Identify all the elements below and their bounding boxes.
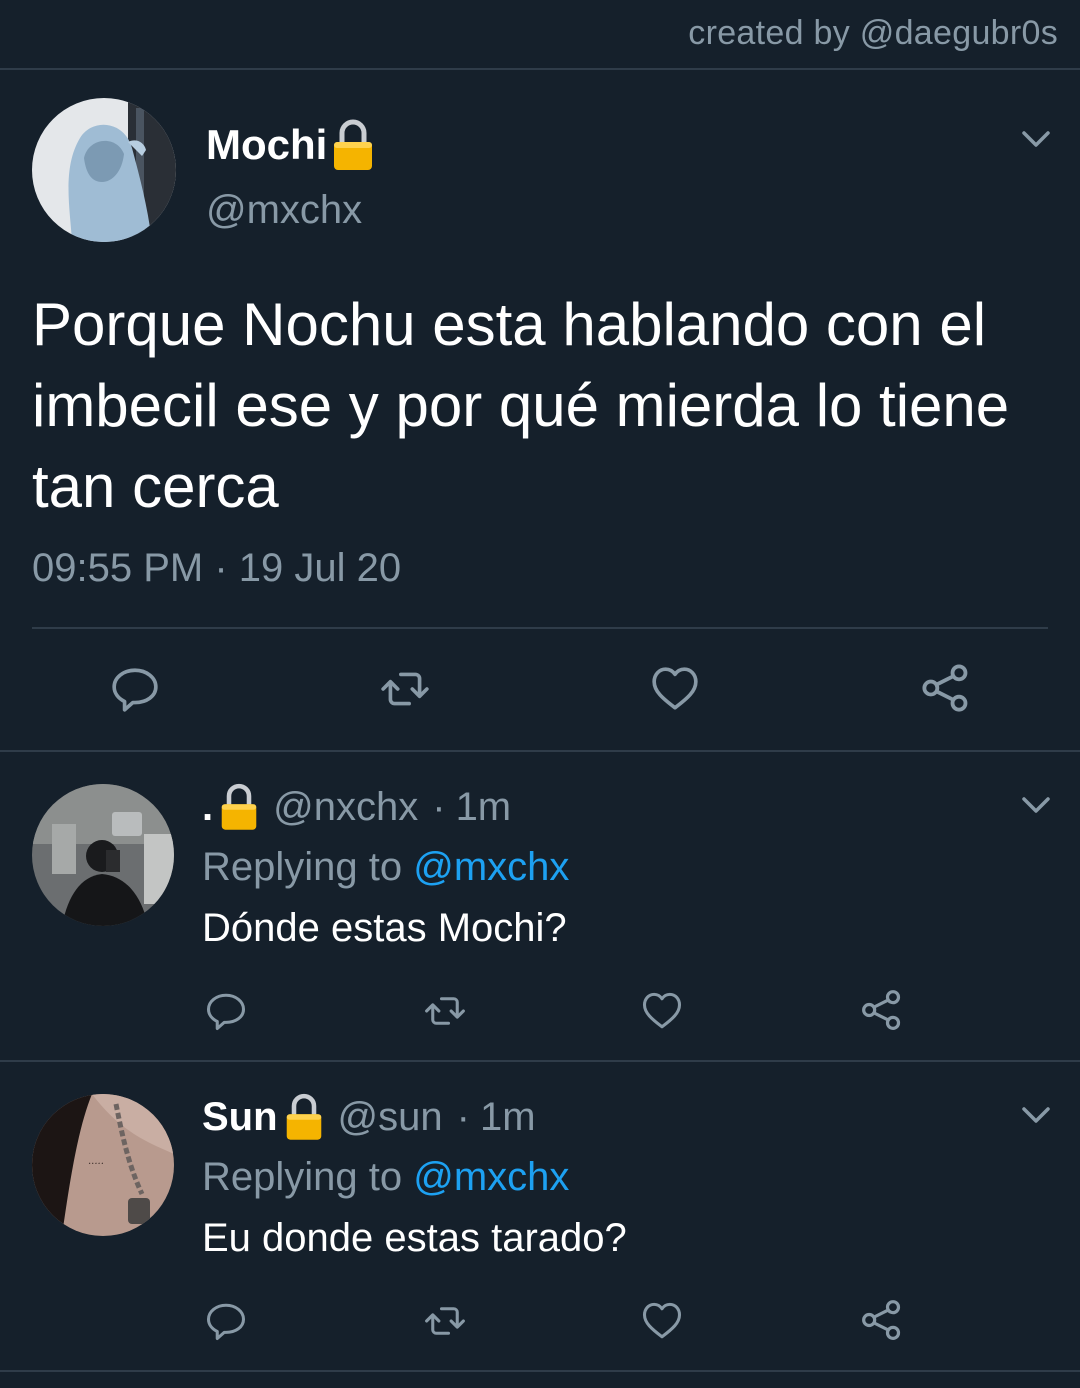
reply-author-name[interactable]: . <box>202 785 213 830</box>
reply-icon[interactable] <box>205 1300 247 1342</box>
lock-icon <box>331 118 375 172</box>
lock-icon <box>219 782 259 832</box>
author-handle[interactable]: @mxchx <box>206 188 362 233</box>
mention-link[interactable]: @mxchx <box>413 845 569 889</box>
reply-time[interactable]: 1m <box>456 785 512 830</box>
reply-header: Sun @sun · 1m <box>202 1092 536 1142</box>
reply-icon[interactable] <box>205 990 247 1032</box>
reply-header: . @nxchx · 1m <box>202 782 511 832</box>
replying-to: Replying to @mxchx <box>202 1155 569 1200</box>
tweet-timestamp[interactable]: 09:55 PM · 19 Jul 20 <box>32 546 401 591</box>
replying-to: Replying to @mxchx <box>202 845 569 890</box>
retweet-icon[interactable] <box>376 664 434 714</box>
tattoo-script: ..... <box>88 1156 104 1167</box>
chevron-down-icon[interactable] <box>1018 120 1054 156</box>
divider <box>32 627 1048 629</box>
retweet-icon[interactable] <box>420 990 470 1032</box>
divider <box>0 1370 1080 1372</box>
like-icon[interactable] <box>641 990 683 1032</box>
chevron-down-icon[interactable] <box>1018 1096 1054 1132</box>
avatar[interactable] <box>32 784 174 926</box>
replying-to-label: Replying to <box>202 1155 403 1199</box>
reply-author-handle[interactable]: @nxchx <box>273 785 418 830</box>
like-icon[interactable] <box>650 664 700 714</box>
share-icon[interactable] <box>860 1298 904 1342</box>
avatar[interactable] <box>32 98 176 242</box>
reply-text: Dónde estas Mochi? <box>202 906 567 950</box>
separator-dot: · <box>456 1094 470 1139</box>
separator-dot: · <box>432 784 446 829</box>
reply-time[interactable]: 1m <box>480 1095 536 1140</box>
like-icon[interactable] <box>641 1300 683 1342</box>
avatar-image <box>32 784 174 926</box>
divider <box>0 1060 1080 1062</box>
watermark-credit: created by @daegubr0s <box>688 14 1058 52</box>
author-name[interactable]: Mochi <box>206 118 375 172</box>
reply-author-handle[interactable]: @sun <box>338 1095 443 1140</box>
replying-to-label: Replying to <box>202 845 403 889</box>
author-display-name: Mochi <box>206 121 328 168</box>
share-icon[interactable] <box>860 988 904 1032</box>
tweet-text: Porque Nochu esta hablando con el imbeci… <box>32 291 1010 520</box>
divider <box>0 68 1080 70</box>
retweet-icon[interactable] <box>420 1300 470 1342</box>
avatar[interactable]: ..... <box>32 1094 174 1236</box>
reply-icon[interactable] <box>110 664 160 714</box>
avatar-image: ..... <box>32 1094 174 1236</box>
avatar-image <box>32 98 176 242</box>
divider <box>0 750 1080 752</box>
lock-icon <box>284 1092 324 1142</box>
chevron-down-icon[interactable] <box>1018 786 1054 822</box>
mention-link[interactable]: @mxchx <box>413 1155 569 1199</box>
reply-author-name[interactable]: Sun <box>202 1095 278 1140</box>
reply-text: Eu donde estas tarado? <box>202 1216 627 1260</box>
share-icon[interactable] <box>920 662 972 714</box>
